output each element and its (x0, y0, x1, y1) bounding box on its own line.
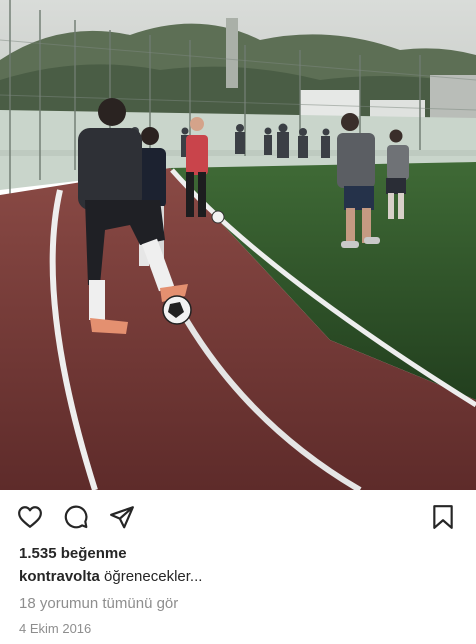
like-count[interactable]: 1.535 beğenme (19, 545, 127, 562)
heart-icon (18, 506, 42, 528)
instagram-post: 1.535 beğenme kontravolta öğrenecekler..… (0, 0, 476, 644)
post-photo[interactable] (0, 0, 476, 490)
view-all-comments-link[interactable]: 18 yorumun tümünü gör (19, 595, 178, 612)
football-training-photo (0, 0, 476, 490)
post-caption: kontravolta öğrenecekler... (19, 568, 202, 585)
paper-plane-icon (110, 506, 134, 529)
save-button[interactable] (428, 502, 458, 532)
comment-icon (64, 505, 88, 529)
like-button[interactable] (15, 502, 45, 532)
share-button[interactable] (107, 502, 137, 532)
post-action-bar (0, 496, 476, 538)
bookmark-icon (433, 505, 453, 529)
comment-button[interactable] (61, 502, 91, 532)
post-date: 4 Ekim 2016 (19, 621, 92, 636)
caption-username[interactable]: kontravolta (19, 568, 100, 585)
caption-text[interactable]: öğrenecekler... (104, 568, 202, 585)
